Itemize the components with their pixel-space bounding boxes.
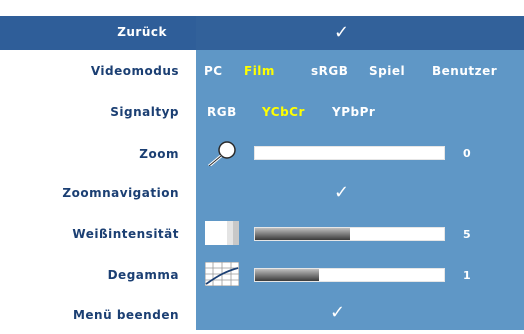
zoom-slider[interactable] [254, 146, 445, 160]
magnifier-icon [208, 141, 236, 166]
degamma-slider[interactable] [254, 268, 445, 282]
menu-row-zoom-navigation[interactable]: Zoomnavigation ✓ [0, 172, 524, 210]
menu-row-video-mode: Videomodus PC Film sRGB Spiel Benutzer [0, 50, 524, 88]
video-mode-label: Videomodus [90, 64, 179, 78]
menu-row-back[interactable]: Zurück ✓ [0, 16, 524, 50]
signal-type-option-ypbpr[interactable]: YPbPr [332, 105, 375, 119]
video-mode-option-benutzer[interactable]: Benutzer [432, 64, 497, 78]
menu-row-signal-type: Signaltyp RGB YCbCr YPbPr [0, 88, 524, 130]
exit-panel [196, 294, 524, 330]
video-mode-option-pc[interactable]: PC [204, 64, 223, 78]
zoom-value: 0 [463, 147, 471, 160]
back-row-panel [196, 16, 524, 50]
degamma-slider-fill [255, 269, 320, 281]
white-intensity-value: 5 [463, 228, 471, 241]
white-intensity-slider[interactable] [254, 227, 445, 241]
degamma-value: 1 [463, 269, 471, 282]
degamma-label: Degamma [107, 268, 179, 282]
zoom-label: Zoom [139, 147, 179, 161]
zoom-navigation-label[interactable]: Zoomnavigation [62, 186, 179, 200]
white-intensity-slider-fill [255, 228, 350, 240]
video-mode-option-spiel[interactable]: Spiel [369, 64, 405, 78]
white-intensity-label: Weißintensität [72, 227, 179, 241]
degamma-curve-icon [205, 262, 239, 286]
signal-type-option-ycbcr[interactable]: YCbCr [262, 105, 305, 119]
osd-menu: Zurück ✓ Videomodus PC Film sRGB Spiel B… [0, 0, 524, 334]
video-mode-option-film[interactable]: Film [244, 64, 275, 78]
back-label[interactable]: Zurück [117, 25, 167, 39]
menu-row-zoom: Zoom 0 [0, 130, 524, 172]
back-checkmark-icon[interactable]: ✓ [334, 22, 349, 43]
signal-type-label: Signaltyp [110, 105, 179, 119]
menu-row-degamma: Degamma 1 [0, 254, 524, 294]
white-intensity-icon [205, 221, 239, 245]
exit-menu-label[interactable]: Menü beenden [73, 308, 179, 322]
zoom-navigation-panel [196, 172, 524, 210]
menu-row-white-intensity: Weißintensität 5 [0, 210, 524, 254]
zoom-navigation-checkmark-icon[interactable]: ✓ [334, 182, 349, 203]
video-mode-option-srgb[interactable]: sRGB [311, 64, 348, 78]
signal-type-option-rgb[interactable]: RGB [207, 105, 237, 119]
exit-checkmark-icon[interactable]: ✓ [330, 302, 345, 323]
menu-row-exit[interactable]: Menü beenden ✓ [0, 294, 524, 330]
